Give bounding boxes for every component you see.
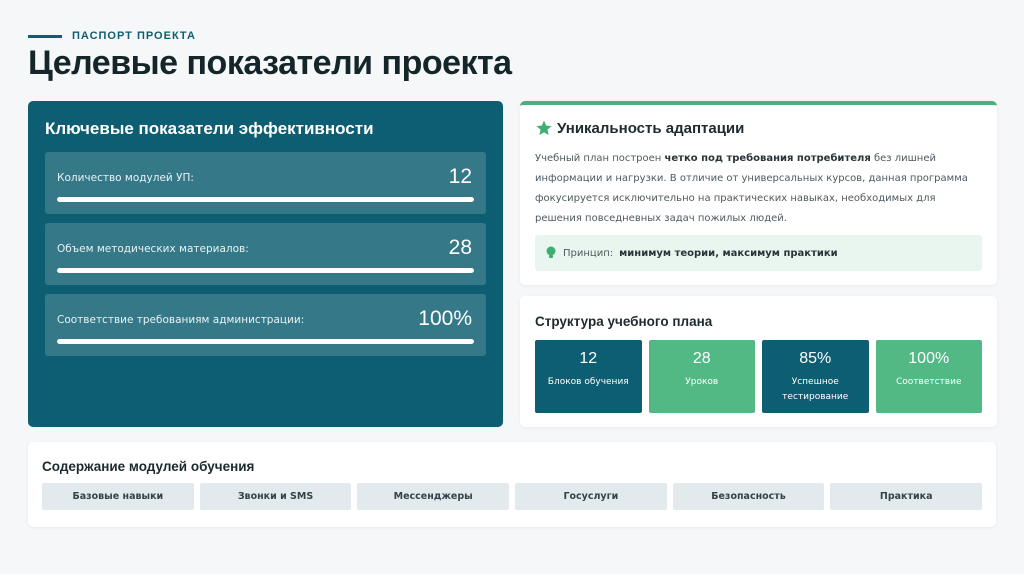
- principle-box: Принцип: минимум теории, максимум практи…: [535, 235, 982, 271]
- kpi-progress-fill: [57, 339, 474, 344]
- uniqueness-card: Уникальность адаптации Учебный план пост…: [520, 101, 997, 285]
- uniqueness-header: Уникальность адаптации: [535, 119, 982, 137]
- page-eyebrow: ПАСПОРТ ПРОЕКТА: [72, 30, 196, 42]
- uniqueness-text-start: Учебный план построен: [535, 153, 665, 164]
- tile-value: 85%: [799, 350, 832, 367]
- structure-tile-lessons: 28 Уроков: [648, 340, 755, 413]
- kpi-label: Количество модулей УП:: [57, 172, 194, 184]
- kpi-card-materials: Объем методических материалов: 28: [45, 223, 486, 285]
- kpi-progress-fill: [57, 268, 474, 273]
- kpi-progress-bar: [57, 268, 474, 273]
- structure-tiles: 12 Блоков обучения 28 Уроков 85% Успешно…: [535, 340, 982, 413]
- kpi-value: 12: [448, 165, 472, 188]
- module-chip: Безопасность: [672, 483, 825, 510]
- kpi-card-compliance: Соответствие требованиям администрации: …: [45, 294, 486, 356]
- kpi-panel: Ключевые показатели эффективности Количе…: [28, 101, 503, 427]
- principle-value: минимум теории, максимум практики: [619, 247, 838, 259]
- kpi-progress-bar: [57, 339, 474, 344]
- modules-list: Базовые навыки Звонки и SMS Мессенджеры …: [42, 483, 983, 510]
- kpi-label: Соответствие требованиям администрации:: [57, 314, 305, 326]
- structure-tile-compliance: 100% Соответствие: [875, 340, 982, 413]
- principle-label: Принцип:: [563, 247, 614, 259]
- structure-card: Структура учебного плана 12 Блоков обуче…: [520, 296, 997, 427]
- star-icon: [535, 119, 553, 137]
- kpi-value: 28: [448, 236, 472, 259]
- page-title: Целевые показатели проекта: [28, 44, 512, 82]
- kpi-value: 100%: [418, 307, 472, 330]
- kpi-progress-bar: [57, 197, 474, 202]
- structure-title: Структура учебного плана: [535, 314, 713, 329]
- tile-label: Блоков обучения: [547, 377, 629, 387]
- module-chip: Практика: [830, 483, 983, 510]
- modules-title: Содержание модулей обучения: [42, 459, 255, 474]
- kpi-title: Ключевые показатели эффективности: [45, 119, 374, 138]
- module-chip: Звонки и SMS: [199, 483, 352, 510]
- uniqueness-title: Уникальность адаптации: [557, 119, 745, 137]
- tile-value: 28: [692, 350, 711, 367]
- tile-value: 100%: [908, 350, 950, 367]
- tile-label: Успешное тестирование: [782, 377, 849, 402]
- kpi-label: Объем методических материалов:: [57, 243, 249, 255]
- eyebrow-accent-line: [28, 35, 62, 38]
- tile-label: Соответствие: [895, 377, 962, 387]
- lightbulb-icon: [545, 246, 557, 260]
- tile-value: 12: [579, 350, 598, 367]
- structure-tile-testing: 85% Успешное тестирование: [762, 340, 869, 413]
- module-chip: Базовые навыки: [42, 483, 194, 510]
- tile-label: Уроков: [685, 377, 719, 387]
- uniqueness-text: Учебный план построен четко под требован…: [535, 149, 982, 229]
- structure-tile-blocks: 12 Блоков обучения: [535, 340, 642, 413]
- modules-card: Содержание модулей обучения Базовые навы…: [28, 442, 996, 527]
- module-chip: Мессенджеры: [357, 483, 510, 510]
- kpi-card-modules: Количество модулей УП: 12: [45, 152, 486, 214]
- kpi-progress-fill: [57, 197, 474, 202]
- uniqueness-text-emphasis: четко под требования потребителя: [664, 153, 871, 164]
- module-chip: Госуслуги: [515, 483, 667, 510]
